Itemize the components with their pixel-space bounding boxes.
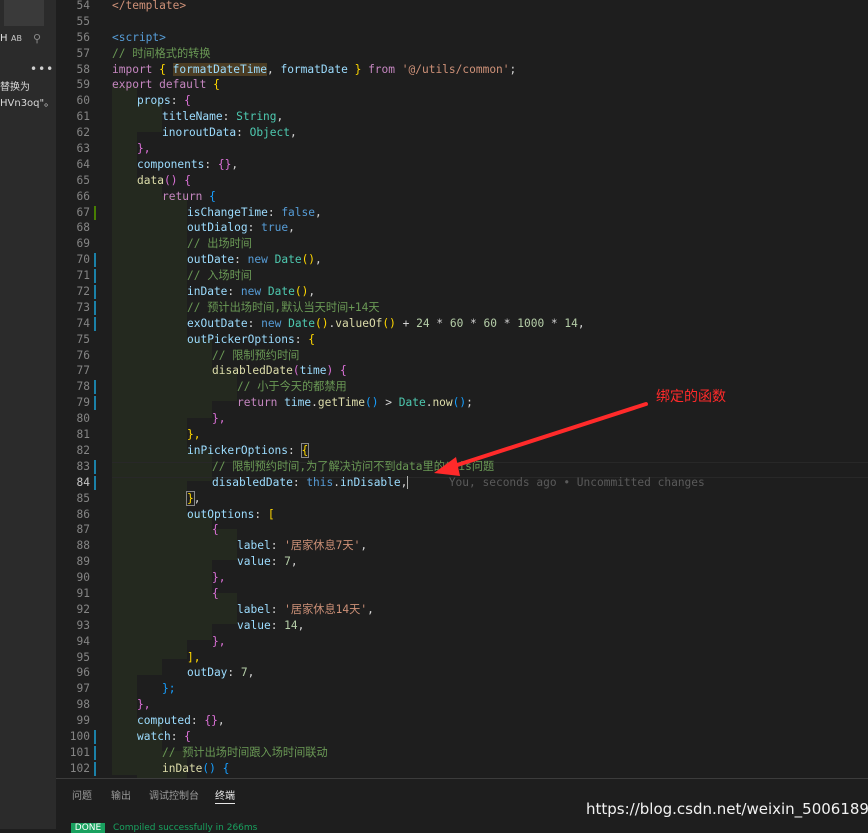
watermark: https://blog.csdn.net/weixin_50061893	[586, 800, 868, 818]
tab-output[interactable]: 输出	[111, 787, 131, 802]
tab-terminal[interactable]: 终端	[215, 787, 235, 804]
side-panel-strip: H AB ⚲ ••• 替换为 HVn3oq"。	[0, 0, 56, 829]
more-icon[interactable]: •••	[30, 62, 54, 76]
terminal-output-text: Compiled successfully in 266ms	[113, 823, 258, 833]
whole-word-label[interactable]: AB	[11, 34, 22, 43]
side-panel-tile[interactable]	[4, 0, 44, 26]
tab-problems[interactable]: 问题	[72, 787, 92, 802]
annotation-label: 绑定的函数	[656, 389, 726, 405]
preserve-case-icon[interactable]: ⚲	[33, 32, 41, 45]
status-badge: DONE	[71, 823, 105, 833]
side-snippet-2: HVn3oq"。	[0, 98, 55, 109]
code-editor[interactable]: 54 </template> 55 56 <script> 57// 时间格式的转换…	[56, 0, 868, 778]
side-snippet-1: 替换为	[0, 82, 30, 93]
tab-debug-console[interactable]: 调试控制台	[149, 787, 199, 802]
match-case-label[interactable]: H	[0, 33, 8, 44]
annotation-arrow-icon	[434, 402, 648, 476]
